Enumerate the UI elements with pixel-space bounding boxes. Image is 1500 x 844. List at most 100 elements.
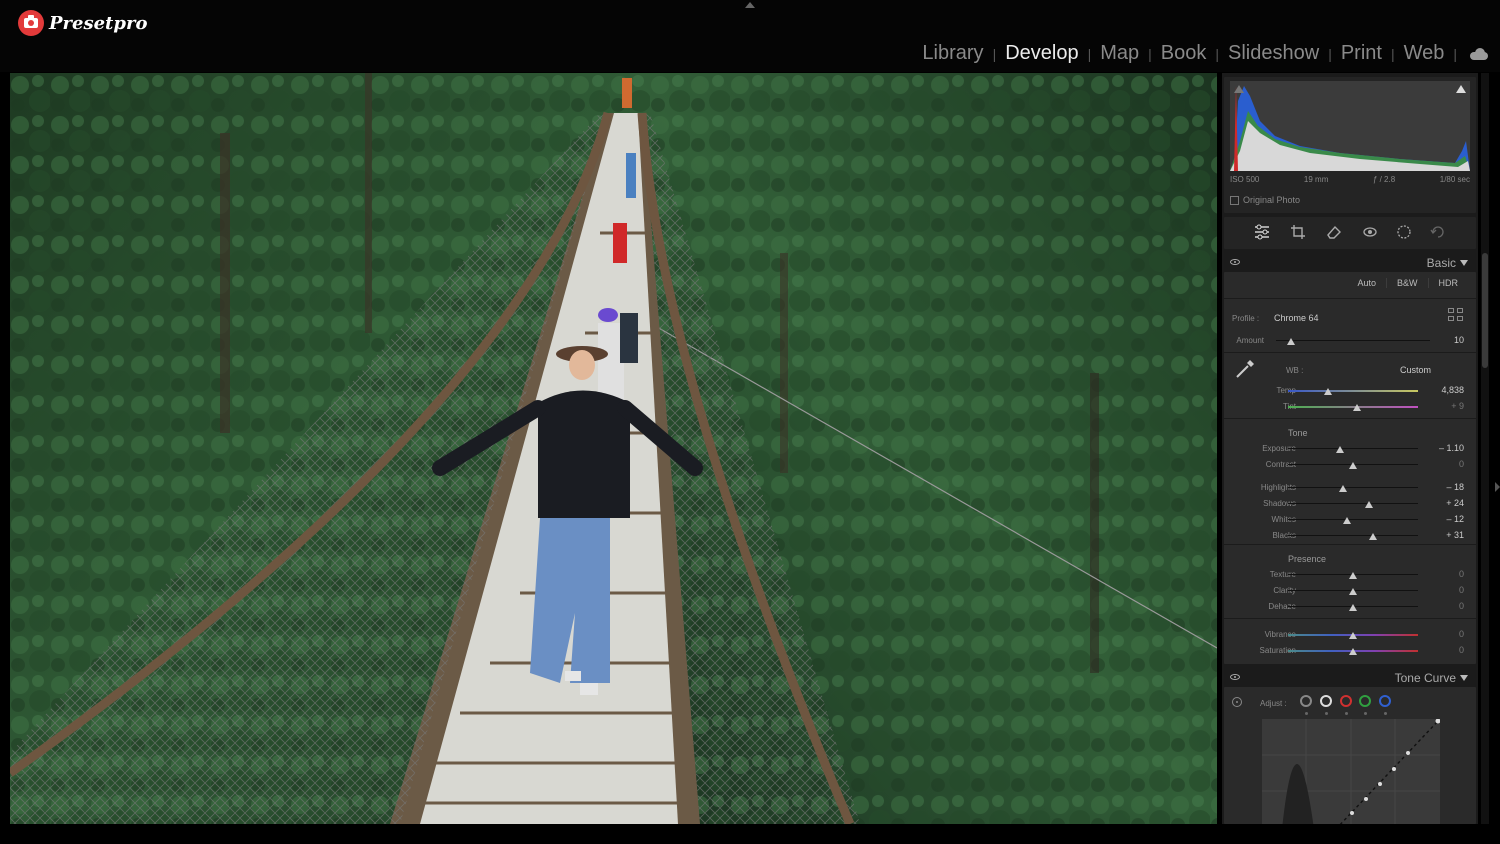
exif-shutter: 1/80 sec bbox=[1439, 175, 1470, 184]
hdr-button[interactable]: HDR bbox=[1427, 278, 1469, 288]
clarity-slider-thumb[interactable] bbox=[1349, 588, 1357, 595]
original-photo-checkbox[interactable] bbox=[1230, 195, 1239, 205]
point-curve-white-icon[interactable] bbox=[1320, 695, 1332, 707]
highlights-label: Highlights bbox=[1260, 483, 1296, 492]
texture-value[interactable]: 0 bbox=[1424, 569, 1464, 579]
dehaze-slider-thumb[interactable] bbox=[1349, 604, 1357, 611]
tone-curve-section-header[interactable]: Tone Curve bbox=[1222, 668, 1478, 688]
red-channel-icon[interactable] bbox=[1340, 695, 1352, 707]
app-logo: Presetpro bbox=[18, 10, 147, 36]
blacks-slider-track[interactable] bbox=[1288, 535, 1418, 536]
exif-focal-length: 19 mm bbox=[1303, 175, 1329, 184]
original-photo-toggle[interactable]: Original Photo bbox=[1230, 195, 1300, 205]
exif-aperture: ƒ / 2.8 bbox=[1372, 175, 1396, 184]
eraser-icon[interactable] bbox=[1326, 224, 1342, 240]
whites-slider-track[interactable] bbox=[1288, 519, 1418, 520]
original-photo-label: Original Photo bbox=[1243, 195, 1301, 205]
exposure-label: Exposure bbox=[1262, 444, 1296, 453]
tone-curve-graph[interactable] bbox=[1262, 719, 1440, 824]
highlight-clipping-icon[interactable] bbox=[1456, 85, 1466, 93]
vibrance-value[interactable]: 0 bbox=[1424, 629, 1464, 639]
parametric-curve-icon[interactable] bbox=[1300, 695, 1312, 707]
histogram[interactable] bbox=[1230, 81, 1470, 171]
module-develop[interactable]: Develop bbox=[1003, 42, 1080, 65]
blue-channel-icon[interactable] bbox=[1379, 695, 1391, 707]
module-separator: | bbox=[1390, 45, 1395, 62]
highlights-slider-thumb[interactable] bbox=[1338, 485, 1347, 492]
white-balance-picker-icon[interactable] bbox=[1234, 358, 1256, 380]
exposure-value[interactable]: – 1.10 bbox=[1424, 443, 1464, 453]
tint-value[interactable]: + 9 bbox=[1424, 401, 1464, 411]
right-panel-toggle-icon[interactable] bbox=[1495, 482, 1500, 492]
auto-button[interactable]: Auto bbox=[1347, 278, 1386, 288]
clarity-label: Clarity bbox=[1273, 586, 1296, 595]
histogram-graph bbox=[1230, 86, 1470, 171]
contrast-value[interactable]: 0 bbox=[1424, 459, 1464, 469]
module-picker: Library | Develop | Map | Book | Slidesh… bbox=[920, 42, 1490, 65]
whites-value[interactable]: – 12 bbox=[1424, 514, 1464, 524]
module-separator: | bbox=[1148, 45, 1152, 62]
photo-canvas[interactable] bbox=[10, 73, 1217, 824]
collapse-triangle-icon[interactable] bbox=[1460, 675, 1468, 681]
blacks-value[interactable]: + 31 bbox=[1424, 530, 1464, 540]
shadow-clipping-icon[interactable] bbox=[1234, 85, 1244, 93]
profile-dropdown[interactable]: Chrome 64 bbox=[1274, 313, 1319, 323]
eye-icon[interactable] bbox=[1230, 259, 1240, 265]
mask-icon[interactable] bbox=[1396, 224, 1412, 240]
crop-icon[interactable] bbox=[1290, 224, 1306, 240]
left-panel-toggle-icon[interactable] bbox=[0, 480, 4, 494]
cloud-icon[interactable] bbox=[1468, 47, 1490, 61]
module-separator: | bbox=[992, 45, 997, 62]
histogram-card: ISO 500 19 mm ƒ / 2.8 1/80 sec Original … bbox=[1224, 77, 1476, 213]
history-icon[interactable] bbox=[1430, 224, 1446, 240]
collapse-triangle-icon[interactable] bbox=[1460, 260, 1468, 266]
module-print[interactable]: Print bbox=[1339, 42, 1384, 65]
shadows-slider-thumb[interactable] bbox=[1364, 501, 1373, 508]
shadows-slider-track[interactable] bbox=[1288, 503, 1418, 504]
amount-slider-thumb[interactable] bbox=[1287, 338, 1296, 345]
temp-slider-thumb[interactable] bbox=[1324, 388, 1333, 395]
amount-slider-track[interactable] bbox=[1276, 340, 1430, 341]
camera-logo-icon bbox=[18, 10, 44, 36]
green-channel-icon[interactable] bbox=[1359, 695, 1371, 707]
eye-icon[interactable] bbox=[1230, 674, 1240, 680]
bw-button[interactable]: B&W bbox=[1385, 278, 1428, 288]
wb-dropdown[interactable]: Custom bbox=[1400, 365, 1431, 375]
blacks-slider-thumb[interactable] bbox=[1368, 533, 1377, 540]
saturation-value[interactable]: 0 bbox=[1424, 645, 1464, 655]
collapse-top-arrow-icon[interactable] bbox=[745, 2, 755, 8]
module-library[interactable]: Library bbox=[920, 42, 985, 65]
shadows-value[interactable]: + 24 bbox=[1424, 498, 1464, 508]
profile-browser-grid-icon[interactable] bbox=[1448, 308, 1464, 322]
vibrance-slider-thumb[interactable] bbox=[1349, 632, 1357, 639]
panel-scrollbar[interactable] bbox=[1481, 73, 1489, 824]
basic-section-header[interactable]: Basic bbox=[1222, 253, 1478, 273]
temp-slider-track[interactable] bbox=[1288, 390, 1418, 392]
exposure-slider-thumb[interactable] bbox=[1336, 446, 1344, 453]
module-map[interactable]: Map bbox=[1098, 42, 1141, 65]
tint-slider-thumb[interactable] bbox=[1352, 404, 1361, 411]
exif-info: ISO 500 19 mm ƒ / 2.8 1/80 sec bbox=[1230, 175, 1470, 184]
whites-slider-thumb[interactable] bbox=[1342, 517, 1351, 524]
texture-label: Texture bbox=[1269, 570, 1296, 579]
scrollbar-thumb[interactable] bbox=[1482, 253, 1488, 368]
texture-slider-thumb[interactable] bbox=[1349, 572, 1357, 579]
saturation-slider-thumb[interactable] bbox=[1349, 648, 1357, 655]
module-book[interactable]: Book bbox=[1159, 42, 1209, 65]
module-web[interactable]: Web bbox=[1402, 42, 1447, 65]
highlights-slider-track[interactable] bbox=[1288, 487, 1418, 488]
amount-value[interactable]: 10 bbox=[1424, 335, 1464, 345]
temp-value[interactable]: 4,838 bbox=[1424, 385, 1464, 395]
clarity-value[interactable]: 0 bbox=[1424, 585, 1464, 595]
targeted-adjustment-icon[interactable] bbox=[1232, 697, 1242, 707]
exposure-slider-track[interactable] bbox=[1288, 448, 1418, 449]
saturation-label: Saturation bbox=[1259, 646, 1296, 655]
sliders-icon[interactable] bbox=[1254, 224, 1270, 240]
module-slideshow[interactable]: Slideshow bbox=[1226, 42, 1321, 65]
dehaze-value[interactable]: 0 bbox=[1424, 601, 1464, 611]
treatment-buttons: Auto B&W HDR bbox=[1347, 278, 1468, 288]
highlights-value[interactable]: – 18 bbox=[1424, 482, 1464, 492]
contrast-slider-thumb[interactable] bbox=[1349, 462, 1357, 469]
red-eye-icon[interactable] bbox=[1362, 224, 1378, 240]
basic-title: Basic bbox=[1426, 256, 1456, 270]
